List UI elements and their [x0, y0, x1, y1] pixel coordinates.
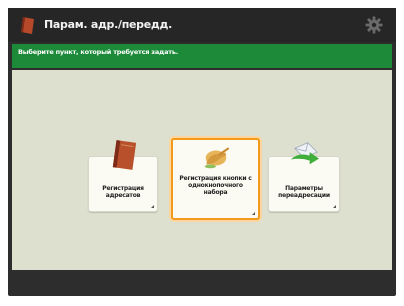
address-book-icon [112, 140, 137, 170]
footer-bar [12, 270, 392, 290]
forwarding-settings-button[interactable]: Параметры переадресации [268, 142, 340, 212]
register-one-touch-label: Регистрация кнопки с однокнопочного набо… [179, 175, 252, 196]
app-window: Парам. адр./передд. Выберите пункт, кото… [8, 8, 396, 296]
register-destinations-button[interactable]: Регистрация адресатов [88, 140, 158, 212]
instruction-banner: Выберите пункт, который требуется задать… [12, 44, 392, 68]
forwarding-settings-label: Параметры переадресации [278, 185, 330, 199]
corner-indicator-icon [333, 205, 336, 208]
menu-panel: Регистрация адресатов Регистрация кнопки… [12, 70, 392, 270]
instruction-text: Выберите пункт, который требуется задать… [18, 48, 179, 56]
register-destinations-label: Регистрация адресатов [102, 185, 144, 199]
forward-envelope-icon [291, 142, 319, 165]
corner-indicator-icon [252, 212, 255, 215]
gear-icon[interactable] [365, 16, 383, 34]
page-title: Парам. адр./передд. [44, 18, 172, 31]
title-bar: Парам. адр./передд. [8, 8, 396, 42]
one-touch-hand-icon [204, 147, 230, 169]
register-one-touch-button[interactable]: Регистрация кнопки с однокнопочного набо… [171, 138, 260, 220]
address-book-icon [21, 17, 34, 34]
corner-indicator-icon [151, 205, 154, 208]
